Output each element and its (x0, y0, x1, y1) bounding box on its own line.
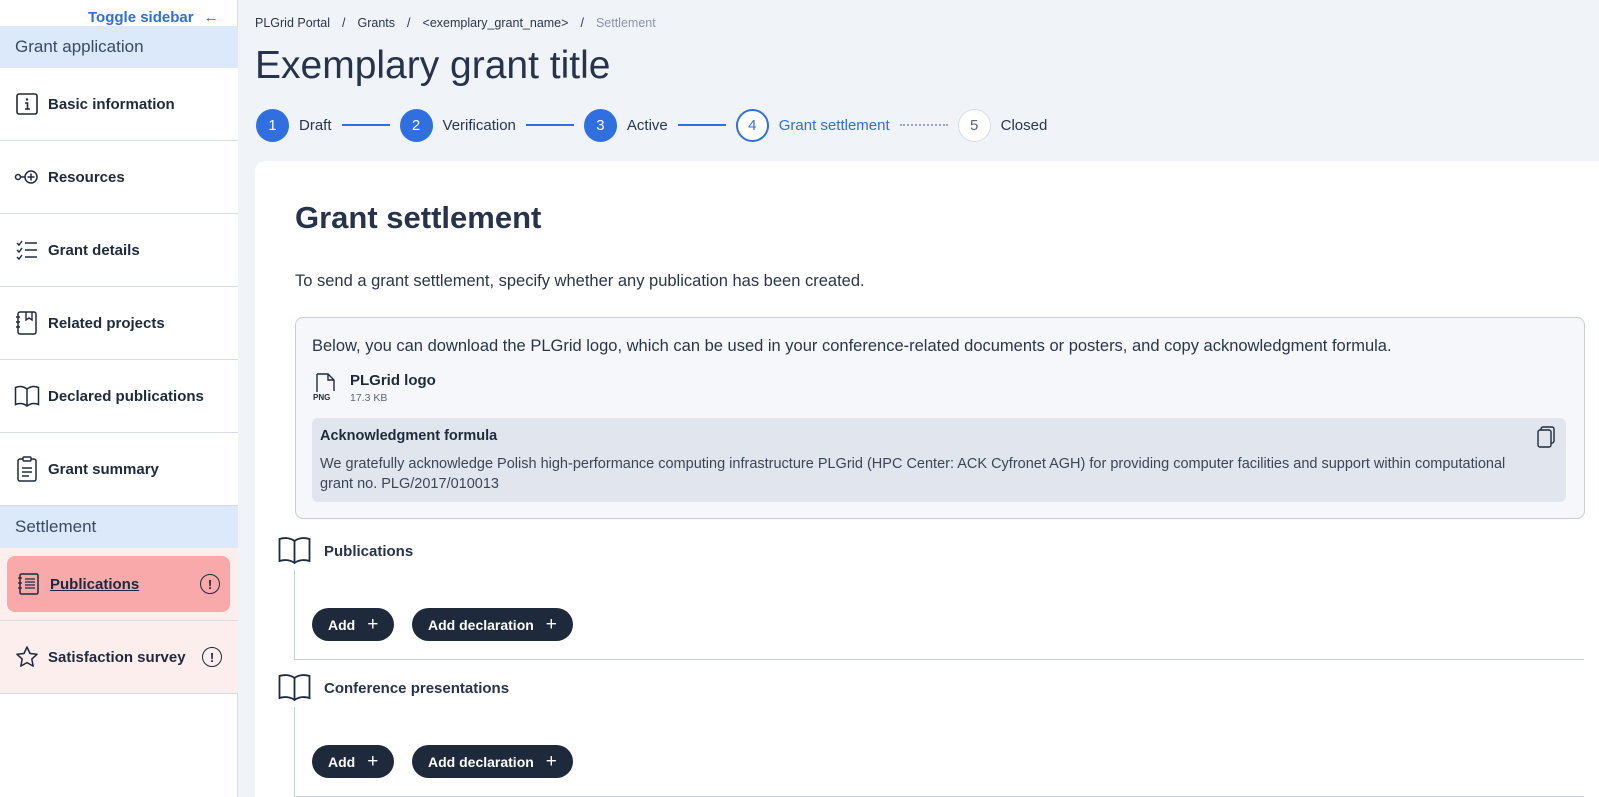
logo-info-text: Below, you can download the PLGrid logo,… (312, 337, 1392, 355)
grant-status-stepper: 1 Draft 2 Verification 3 Active 4 Grant … (256, 108, 1047, 142)
step-connector (341, 124, 390, 126)
button-label: Add declaration (428, 616, 534, 633)
sidebar-item-label: Publications (50, 575, 140, 593)
sidebar-item-related-projects[interactable]: Related projects (0, 287, 238, 360)
breadcrumb-separator: / (580, 16, 584, 30)
breadcrumb-separator: / (342, 16, 346, 30)
step-label: Draft (299, 116, 332, 134)
acknowledgment-text: We gratefully acknowledge Polish high-pe… (320, 456, 1506, 492)
step-active: 3 Active (583, 108, 668, 142)
plgrid-logo-download[interactable]: PNG PLGrid logo 17.3 KB (312, 372, 436, 407)
sidebar-item-label: Grant details (48, 241, 140, 259)
button-label: Add (328, 616, 356, 633)
warning-icon: ! (200, 574, 220, 594)
settlement-title: Grant settlement (295, 200, 542, 235)
sidebar-item-label: Related projects (48, 314, 165, 332)
star-icon (14, 644, 40, 670)
plus-icon: + (367, 751, 379, 772)
toggle-sidebar-button[interactable]: Toggle sidebar ← (88, 8, 219, 26)
section-divider (294, 659, 1584, 660)
step-verification: 2 Verification (399, 108, 516, 142)
page-title: Exemplary grant title (255, 44, 611, 87)
info-icon (14, 91, 40, 117)
resources-icon (14, 164, 40, 190)
publications-add-button[interactable]: Add + (312, 608, 395, 641)
step-number: 4 (735, 108, 769, 142)
book-icon (278, 536, 311, 569)
section-divider (294, 707, 295, 796)
conference-add-declaration-button[interactable]: Add declaration + (412, 745, 573, 778)
breadcrumb-current: Settlement (595, 16, 656, 30)
book-icon (278, 673, 311, 706)
plus-icon: + (545, 751, 557, 772)
section-divider (294, 570, 295, 659)
sidebar-item-declared-publications[interactable]: Declared publications (0, 360, 238, 433)
warning-icon: ! (202, 647, 222, 667)
breadcrumb-portal[interactable]: PLGrid Portal (255, 16, 330, 30)
sidebar-item-label: Resources (48, 168, 125, 186)
breadcrumb: PLGrid Portal / Grants / <exemplary_gran… (255, 16, 656, 30)
sidebar-item-publications[interactable]: Publications ! (0, 548, 238, 621)
acknowledgment-box: Acknowledgment formula We gratefully ack… (312, 418, 1566, 502)
button-label: Add declaration (428, 753, 534, 770)
breadcrumb-separator: / (407, 16, 411, 30)
publications-add-declaration-button[interactable]: Add declaration + (412, 608, 573, 641)
step-grant-settlement: 4 Grant settlement (735, 108, 890, 142)
sidebar-item-label: Grant summary (48, 460, 159, 478)
step-connector (525, 124, 574, 126)
bookmark-book-icon (14, 310, 40, 336)
section-header-grant-application: Grant application (0, 26, 238, 68)
step-number: 1 (256, 108, 289, 142)
step-number: 3 (583, 108, 617, 142)
copy-icon[interactable] (1536, 426, 1556, 453)
document-list-icon (16, 571, 42, 597)
plus-icon: + (545, 614, 557, 635)
svg-text:PNG: PNG (313, 393, 330, 402)
step-draft: 1 Draft (256, 108, 332, 142)
clipboard-icon (14, 456, 40, 482)
sidebar-item-grant-details[interactable]: Grant details (0, 214, 238, 287)
acknowledgment-title: Acknowledgment formula (320, 428, 498, 444)
section-title: Publications (324, 543, 414, 560)
sidebar-item-grant-summary[interactable]: Grant summary (0, 433, 238, 506)
sidebar-item-resources[interactable]: Resources (0, 141, 238, 214)
step-label: Verification (442, 116, 516, 134)
png-file-icon: PNG (312, 372, 338, 407)
step-connector-pending (899, 124, 948, 126)
section-header-settlement: Settlement (0, 506, 238, 548)
file-meta: PLGrid logo 17.3 KB (350, 372, 436, 404)
settlement-intro: To send a grant settlement, specify whet… (295, 272, 865, 290)
step-closed: 5 Closed (957, 108, 1048, 142)
step-connector (677, 124, 726, 126)
step-label: Grant settlement (778, 116, 890, 134)
toggle-sidebar-label: Toggle sidebar (88, 8, 194, 26)
sidebar-item-label: Satisfaction survey (48, 648, 186, 666)
step-label: Closed (1000, 116, 1048, 134)
conference-add-button[interactable]: Add + (312, 745, 395, 778)
sidebar-item-label: Basic information (48, 95, 175, 113)
sidebar-item-basic-information[interactable]: Basic information (0, 68, 238, 141)
sidebar-item-label: Declared publications (48, 387, 204, 405)
breadcrumb-grants[interactable]: Grants (358, 16, 396, 30)
step-number: 5 (957, 108, 991, 142)
breadcrumb-grant-name[interactable]: <exemplary_grant_name> (423, 16, 569, 30)
sidebar: Toggle sidebar ← Grant application Basic… (0, 0, 238, 797)
active-item-highlight: Publications ! (7, 556, 230, 612)
file-name[interactable]: PLGrid logo (350, 372, 436, 389)
button-label: Add (328, 753, 356, 770)
step-label: Active (626, 116, 668, 134)
section-title: Conference presentations (324, 680, 510, 697)
arrow-left-icon: ← (203, 8, 219, 26)
sidebar-item-satisfaction-survey[interactable]: Satisfaction survey ! (0, 621, 238, 694)
book-icon (14, 383, 40, 409)
file-size: 17.3 KB (350, 392, 388, 404)
step-number: 2 (399, 108, 433, 142)
checklist-icon (14, 237, 40, 263)
plus-icon: + (367, 614, 379, 635)
